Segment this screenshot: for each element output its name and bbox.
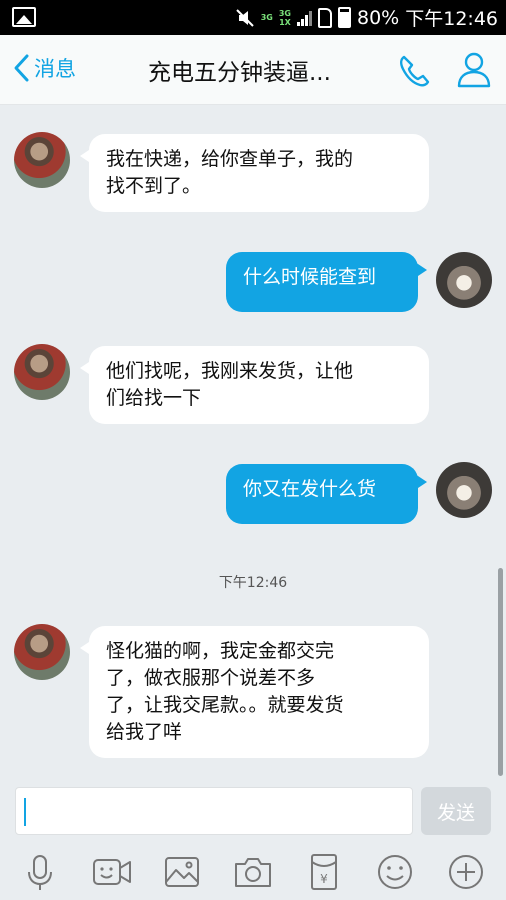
- phone-call-icon[interactable]: [396, 53, 432, 89]
- battery-icon: [338, 7, 351, 28]
- message-bubble-incoming[interactable]: 怪化猫的啊，我定金都交完 了，做衣服那个说差不多 了，让我交尾款。。就要发货 给…: [80, 626, 429, 758]
- network-type-2: 3G 1X: [278, 8, 291, 27]
- message-line: 我在快递，给你查单子，我的: [106, 148, 354, 170]
- message-line: 给我了咩: [106, 721, 183, 743]
- contact-avatar[interactable]: [14, 344, 70, 400]
- message-timestamp: 下午12:46: [218, 575, 288, 591]
- clock: 下午12:46: [405, 8, 498, 30]
- message-bubble-incoming[interactable]: 他们找呢，我刚来发货，让他 们给找一下: [80, 346, 429, 424]
- send-button[interactable]: 发送: [421, 787, 491, 835]
- message-input[interactable]: [15, 787, 413, 835]
- contact-avatar[interactable]: [14, 624, 70, 680]
- camera-icon[interactable]: [233, 852, 273, 892]
- chat-title: 充电五分钟装逼...: [148, 60, 331, 86]
- message-line: 什么时候能查到: [243, 266, 377, 288]
- my-avatar[interactable]: [436, 252, 492, 308]
- status-bar: 3G 3G 1X 80% 下午12:46: [0, 0, 506, 35]
- gallery-notification-icon: [12, 7, 36, 27]
- message-line: 找不到了。: [106, 175, 202, 197]
- sim-icon: [318, 7, 332, 28]
- my-avatar[interactable]: [436, 462, 492, 518]
- image-icon[interactable]: [162, 852, 202, 892]
- red-packet-icon[interactable]: ¥: [304, 852, 344, 892]
- text-caret: [24, 798, 26, 826]
- message-line: 们给找一下: [106, 387, 202, 409]
- back-label: 消息: [34, 57, 76, 81]
- message-line: 你又在发什么货: [243, 478, 377, 500]
- mute-icon: [236, 8, 254, 27]
- chat-header: 消息 充电五分钟装逼...: [0, 35, 506, 105]
- scrollbar[interactable]: [498, 568, 503, 776]
- contact-avatar[interactable]: [14, 132, 70, 188]
- chevron-left-icon: [14, 54, 29, 82]
- plus-icon[interactable]: [446, 852, 486, 892]
- profile-icon[interactable]: [456, 51, 492, 89]
- video-icon[interactable]: [92, 852, 132, 892]
- network-indicator-2: 3G 1X: [279, 9, 291, 27]
- message-bubble-incoming[interactable]: 我在快递，给你查单子，我的 找不到了。: [80, 134, 429, 212]
- network-indicator-1: 3G: [261, 13, 273, 22]
- message-line: 了，做衣服那个说差不多: [106, 667, 316, 689]
- microphone-icon[interactable]: [20, 852, 60, 892]
- back-button[interactable]: 消息: [12, 53, 76, 83]
- message-bubble-outgoing[interactable]: 什么时候能查到: [226, 252, 427, 312]
- input-bar: 发送: [0, 778, 506, 844]
- message-line: 了，让我交尾款。。就要发货: [106, 694, 344, 716]
- signal-icon: [297, 10, 312, 26]
- message-line: 他们找呢，我刚来发货，让他: [106, 360, 354, 382]
- message-line: 怪化猫的啊，我定金都交完: [106, 640, 335, 662]
- input-toolbar: ¥: [0, 844, 506, 900]
- emoji-icon[interactable]: [375, 852, 415, 892]
- chat-area[interactable]: 我在快递，给你查单子，我的 找不到了。 什么时候能查到 他们找呢，我刚来发货，让…: [0, 106, 506, 778]
- network-type-1: 3G: [260, 13, 273, 22]
- svg-text:¥: ¥: [320, 872, 328, 886]
- battery-percent: 80%: [357, 6, 400, 29]
- message-bubble-outgoing[interactable]: 你又在发什么货: [226, 464, 427, 524]
